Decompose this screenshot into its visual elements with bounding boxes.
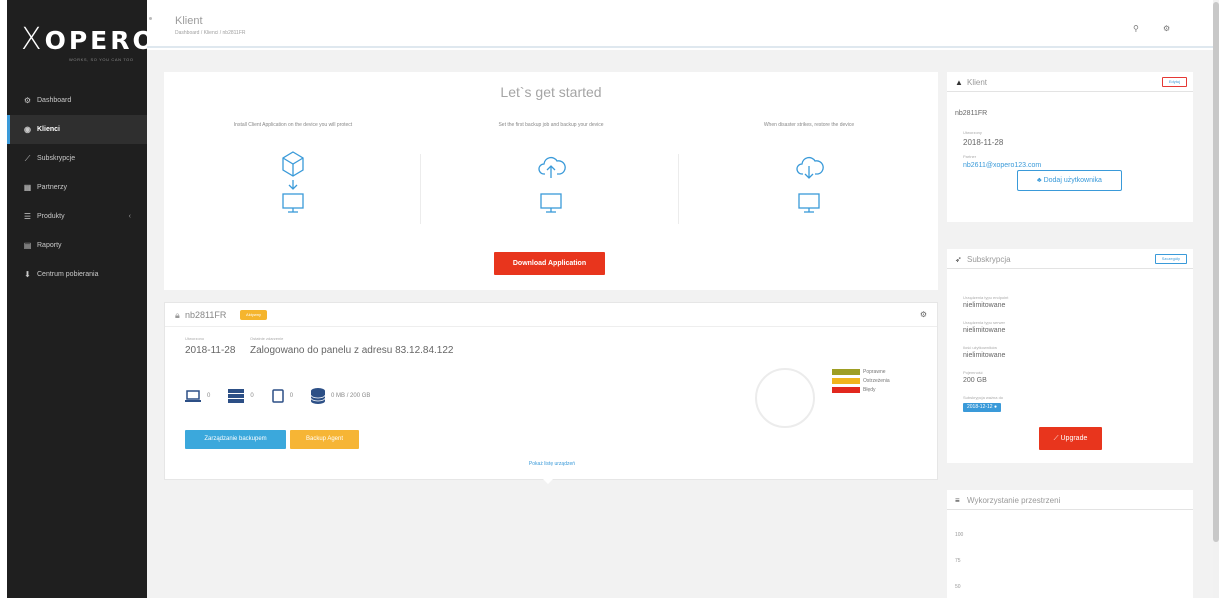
- laptop-counter: 0: [185, 390, 210, 402]
- add-user-icon: ♣: [1037, 177, 1042, 184]
- info-icon: ●: [993, 404, 997, 410]
- client-panel-title: Klient: [967, 78, 988, 87]
- server-icon: [228, 389, 245, 403]
- status-badge: Aktywny: [240, 310, 267, 320]
- add-user-button[interactable]: ♣ Dodaj użytkownika: [1017, 170, 1122, 191]
- storage-counter: 0 MB / 200 GB: [311, 388, 370, 404]
- user-icon: ▲: [955, 78, 963, 87]
- backup-agent-button[interactable]: Backup Agent: [290, 430, 359, 449]
- sidebar-item-klienci[interactable]: ◉ Klienci: [7, 115, 147, 144]
- device-counters: 0 0 0 0 MB / 200 GB: [185, 388, 388, 404]
- menu-toggle-icon[interactable]: [149, 17, 152, 20]
- status-donut: [755, 368, 815, 428]
- axis-tick: 100: [955, 532, 964, 538]
- axis-tick: 50: [955, 584, 961, 590]
- subscription-panel: ➶ Subskrypcja Szczegóły Urządzenia typu …: [947, 249, 1193, 463]
- step-backup: Set the first backup job and backup your…: [422, 122, 680, 217]
- lock-icon: 🔒︎: [175, 310, 180, 320]
- sidebar-item-dashboard[interactable]: ⚙ Dashboard: [7, 86, 147, 115]
- chart-up-icon: ⟋: [1053, 435, 1059, 442]
- client-created-value: 2018-11-28: [963, 138, 1004, 147]
- getting-started-title: Let`s get started: [500, 84, 602, 100]
- logo-tagline: WORKS, SO YOU CAN TOO: [69, 57, 134, 62]
- last-event-value: Zalogowano do panelu z adresu 83.12.84.1…: [250, 345, 454, 356]
- download-application-button[interactable]: Download Application: [494, 252, 605, 275]
- sidebar-item-subskrypcje[interactable]: ⟋ Subskrypcje: [7, 144, 147, 173]
- reports-icon: ▤: [23, 241, 32, 250]
- axis-tick: 75: [955, 558, 961, 564]
- mobile-counter: 0: [271, 389, 293, 403]
- legend-item-warning: Ostrzeżenia: [832, 376, 890, 385]
- client-panel: ▲ Klient Edytuj nb2811FR Utworzony 2018-…: [947, 72, 1193, 222]
- sidebar-item-produkty[interactable]: ☰ Produkty ‹: [7, 202, 147, 231]
- edit-client-button[interactable]: Edytuj: [1161, 77, 1187, 87]
- user-icon: ◉: [24, 125, 31, 134]
- database-icon: ≡: [955, 496, 960, 505]
- sidebar-item-raporty[interactable]: ▤ Raporty: [7, 231, 147, 260]
- tablet-icon: [271, 389, 284, 403]
- status-legend: Poprawne Ostrzeżenia Błędy: [832, 367, 890, 394]
- partner-link[interactable]: nb2611@xopero123.com: [963, 162, 1041, 169]
- laptop-icon: [185, 390, 201, 402]
- device-name: nb2811FR: [185, 310, 227, 320]
- sidebar-nav: ⚙ Dashboard ◉ Klienci ⟋ Subskrypcje ▦ Pa…: [7, 86, 147, 289]
- upgrade-button[interactable]: ⟋ Upgrade: [1039, 427, 1102, 450]
- sidebar-item-centrum-pobierania[interactable]: ⬇ Centrum pobierania: [7, 260, 147, 289]
- partners-icon: ▦: [23, 183, 32, 192]
- getting-started-card: Let`s get started Install Client Applica…: [164, 72, 938, 290]
- download-center-icon: ⬇: [24, 270, 31, 279]
- sidebar: XOPERO WORKS, SO YOU CAN TOO ⚙ Dashboard…: [7, 0, 154, 598]
- subscription-details-button[interactable]: Szczegóły: [1154, 254, 1187, 264]
- topbar: Klient Dashboard / Klienci / nb2811FR ⚲ …: [147, 0, 1213, 48]
- show-devices-link[interactable]: Pokaż listę urządzeń: [165, 461, 939, 467]
- settings-icon[interactable]: ⚙: [1163, 24, 1170, 33]
- device-card-header: 🔒︎ nb2811FR Aktywny ⚙: [165, 303, 937, 327]
- client-name: nb2811FR: [955, 110, 988, 117]
- legend-item-ok: Poprawne: [832, 367, 890, 376]
- main-content: Let`s get started Install Client Applica…: [147, 50, 947, 598]
- logo[interactable]: XOPERO WORKS, SO YOU CAN TOO: [7, 0, 154, 78]
- cloud-download-icon: [796, 156, 824, 213]
- subscription-panel-title: Subskrypcja: [967, 255, 1011, 264]
- step-install: Install Client Application on the device…: [164, 122, 422, 217]
- storage-panel-title: Wykorzystanie przestrzeni: [967, 496, 1061, 505]
- install-device-icon: [282, 151, 304, 213]
- cloud-upload-icon: [538, 156, 566, 213]
- user-menu-icon[interactable]: ⚲: [1133, 24, 1139, 33]
- gear-icon[interactable]: ⚙: [920, 310, 927, 319]
- page-title: Klient: [175, 15, 203, 27]
- breadcrumb[interactable]: Dashboard / Klienci / nb2811FR: [175, 30, 246, 36]
- chevron-left-icon: ‹: [128, 213, 131, 220]
- created-value: 2018-11-28: [185, 345, 236, 356]
- chart-icon: ⟋: [24, 153, 31, 163]
- right-column: ▲ Klient Edytuj nb2811FR Utworzony 2018-…: [947, 50, 1213, 598]
- dashboard-icon: ⚙: [23, 96, 32, 105]
- rocket-icon: ➶: [955, 255, 962, 264]
- storage-usage-panel: ≡ Wykorzystanie przestrzeni 100 75 50: [947, 490, 1193, 598]
- manage-backup-button[interactable]: Zarządzanie backupem: [185, 430, 286, 449]
- device-card: 🔒︎ nb2811FR Aktywny ⚙ Utworzono 2018-11-…: [164, 302, 938, 480]
- sidebar-item-partnerzy[interactable]: ▦ Partnerzy: [7, 173, 147, 202]
- created-label: Utworzono: [185, 336, 205, 341]
- step-restore: When disaster strikes, restore the devic…: [680, 122, 938, 217]
- server-counter: 0: [228, 389, 254, 403]
- products-icon: ☰: [23, 212, 32, 221]
- page-scrollbar[interactable]: [1213, 0, 1219, 598]
- legend-item-error: Błędy: [832, 385, 890, 394]
- subscription-valid-date: 2018-12-12 ●: [963, 403, 1001, 412]
- database-icon: [311, 388, 326, 404]
- last-event-label: Ostatnie zdarzenie: [250, 336, 284, 341]
